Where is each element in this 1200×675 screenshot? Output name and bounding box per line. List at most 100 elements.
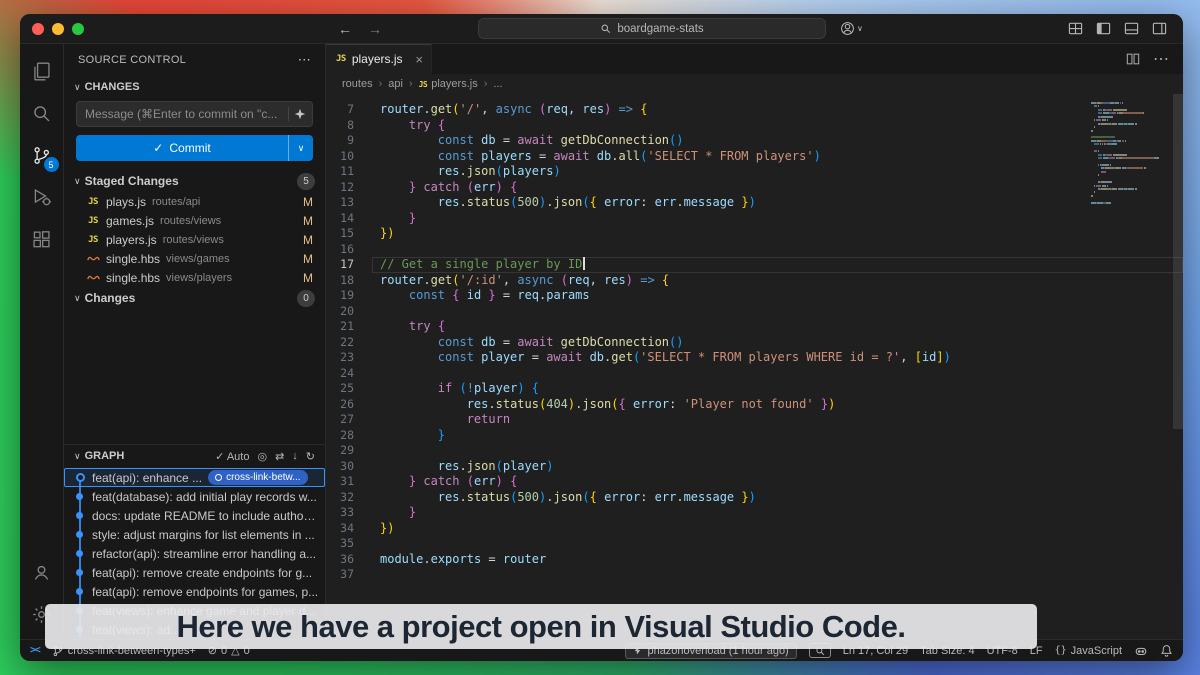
code-line[interactable]: 20 <box>326 304 1183 320</box>
minimap-line <box>1091 133 1167 135</box>
code-editor[interactable]: 7 router.get('/', async (req, res) => {8 … <box>326 94 1183 639</box>
code-line[interactable]: 29 <box>326 443 1183 459</box>
copilot-status-icon[interactable] <box>1134 644 1148 658</box>
code-line[interactable]: 36 module.exports = router <box>326 552 1183 568</box>
tab-players-js[interactable]: JS players.js × <box>326 44 432 74</box>
file-row[interactable]: JS plays.js routes/api M <box>64 192 325 211</box>
minimap-line <box>1091 181 1167 184</box>
profile-button[interactable]: ∨ <box>840 21 863 36</box>
code-line[interactable]: 21 try { <box>326 319 1183 335</box>
target-icon[interactable]: ◎ <box>257 450 267 463</box>
staged-changes-header[interactable]: ∨ Staged Changes 5 <box>64 170 325 192</box>
file-row[interactable]: single.hbs views/players M <box>64 268 325 287</box>
code-line[interactable]: 18 router.get('/:id', async (req, res) =>… <box>326 273 1183 289</box>
remote-indicator[interactable]: >< <box>30 645 41 656</box>
line-number: 20 <box>340 303 354 318</box>
code-line[interactable]: 19 const { id } = req.params <box>326 288 1183 304</box>
run-debug-icon[interactable] <box>20 176 64 218</box>
code-line[interactable]: 37 <box>326 567 1183 583</box>
refresh-icon[interactable]: ↻ <box>306 450 315 463</box>
search-icon[interactable] <box>20 92 64 134</box>
code-line[interactable]: 10 const players = await db.all('SELECT … <box>326 149 1183 165</box>
code-line[interactable]: 33 } <box>326 505 1183 521</box>
command-center-search[interactable]: boardgame-stats <box>478 18 826 39</box>
code-line[interactable]: 25 if (!player) { <box>326 381 1183 397</box>
changes-header[interactable]: ∨ Changes 0 <box>64 287 325 309</box>
code-line[interactable]: 22 const db = await getDbConnection() <box>326 335 1183 351</box>
scrollbar-thumb[interactable] <box>1173 94 1183 429</box>
code-line[interactable]: 35 <box>326 536 1183 552</box>
language-mode-item[interactable]: {} JavaScript <box>1055 645 1122 657</box>
code-line[interactable]: 34}) <box>326 521 1183 537</box>
close-icon[interactable]: × <box>415 52 423 67</box>
close-window-button[interactable] <box>32 22 44 35</box>
branch-tag[interactable]: cross-link-betw... <box>208 470 308 485</box>
code-line[interactable]: 23 const player = await db.get('SELECT *… <box>326 350 1183 366</box>
breadcrumb-item[interactable]: api <box>388 78 403 90</box>
code-line[interactable]: 7 router.get('/', async (req, res) => { <box>326 102 1183 118</box>
auto-checkbox[interactable]: ✓ Auto <box>215 450 249 463</box>
file-row[interactable]: single.hbs views/games M <box>64 249 325 268</box>
code-line[interactable]: 16 <box>326 242 1183 258</box>
breadcrumb-item[interactable]: ... <box>493 78 502 90</box>
code-line[interactable]: 30 res.json(player) <box>326 459 1183 475</box>
code-line[interactable]: 32 res.status(500).json({ error: err.mes… <box>326 490 1183 506</box>
more-actions-icon[interactable]: ⋯ <box>298 52 311 68</box>
back-icon[interactable]: ← <box>338 21 352 37</box>
minimap-line <box>1091 160 1167 162</box>
commit-row[interactable]: style: adjust margins for list elements … <box>64 525 325 544</box>
code-line[interactable]: 28 } <box>326 428 1183 444</box>
code-line[interactable]: 17 // Get a single player by ID <box>326 257 1183 273</box>
code-line[interactable]: 8 try { <box>326 118 1183 134</box>
code-line[interactable]: 9 const db = await getDbConnection() <box>326 133 1183 149</box>
line-number: 7 <box>347 102 354 116</box>
commit-row[interactable]: refactor(api): streamline error handling… <box>64 544 325 563</box>
fetch-icon[interactable]: ↓ <box>292 450 298 462</box>
code-line[interactable]: 14 } <box>326 211 1183 227</box>
minimap[interactable] <box>1091 102 1167 209</box>
explorer-icon[interactable] <box>20 50 64 92</box>
code-line[interactable]: 26 res.status(404).json({ error: 'Player… <box>326 397 1183 413</box>
line-number: 12 <box>340 179 354 194</box>
code-line[interactable]: 27 return <box>326 412 1183 428</box>
editor-group: JS players.js × ⋯ routes › api › JS players.j… <box>326 44 1183 639</box>
code-line[interactable]: 24 <box>326 366 1183 382</box>
toggle-secondary-sidebar-icon[interactable] <box>1152 21 1167 36</box>
forward-icon[interactable]: → <box>368 21 382 37</box>
file-row[interactable]: JS players.js routes/views M <box>64 230 325 249</box>
toggle-panel-icon[interactable] <box>1124 21 1139 36</box>
breadcrumb-item[interactable]: JS players.js <box>419 78 478 90</box>
code-line[interactable]: 13 res.status(500).json({ error: err.mes… <box>326 195 1183 211</box>
more-actions-icon[interactable]: ⋯ <box>1153 49 1169 69</box>
code-line[interactable]: 15}) <box>326 226 1183 242</box>
section-changes-header[interactable]: ∨ CHANGES <box>64 76 325 98</box>
graph-header[interactable]: ∨ GRAPH ✓ Auto ◎ ⇄ ↓ ↻ <box>64 445 325 467</box>
commit-row[interactable]: feat(api): remove endpoints for games, p… <box>64 582 325 601</box>
line-number: 34 <box>340 520 354 535</box>
extensions-icon[interactable] <box>20 218 64 260</box>
minimize-window-button[interactable] <box>52 22 64 35</box>
file-row[interactable]: JS games.js routes/views M <box>64 211 325 230</box>
split-editor-icon[interactable] <box>1126 52 1140 66</box>
commit-message-input[interactable]: Message (⌘Enter to commit on "c... <box>76 101 313 127</box>
commit-row[interactable]: feat(api): enhance ... cross-link-betw... <box>64 468 325 487</box>
accounts-icon[interactable] <box>20 551 64 593</box>
commit-button[interactable]: ✓ Commit ∨ <box>76 135 313 161</box>
toggle-primary-sidebar-icon[interactable] <box>1096 21 1111 36</box>
command-center-label: boardgame-stats <box>617 22 704 35</box>
commit-dropdown-button[interactable]: ∨ <box>288 135 313 161</box>
notifications-bell-icon[interactable] <box>1160 644 1173 657</box>
compare-icon[interactable]: ⇄ <box>275 450 284 463</box>
code-line[interactable]: 12 } catch (err) { <box>326 180 1183 196</box>
commit-row[interactable]: feat(database): add initial play records… <box>64 487 325 506</box>
commit-row[interactable]: feat(api): remove create endpoints for g… <box>64 563 325 582</box>
zoom-window-button[interactable] <box>72 22 84 35</box>
customize-layout-icon[interactable] <box>1068 21 1083 36</box>
source-control-icon[interactable]: 5 <box>20 134 64 176</box>
code-line[interactable]: 11 res.json(players) <box>326 164 1183 180</box>
copilot-sparkle-icon[interactable] <box>294 108 306 120</box>
breadcrumb[interactable]: routes › api › JS players.js ›... <box>326 74 1183 94</box>
breadcrumb-item[interactable]: routes <box>342 78 373 90</box>
code-line[interactable]: 31 } catch (err) { <box>326 474 1183 490</box>
commit-row[interactable]: docs: update README to include author ..… <box>64 506 325 525</box>
